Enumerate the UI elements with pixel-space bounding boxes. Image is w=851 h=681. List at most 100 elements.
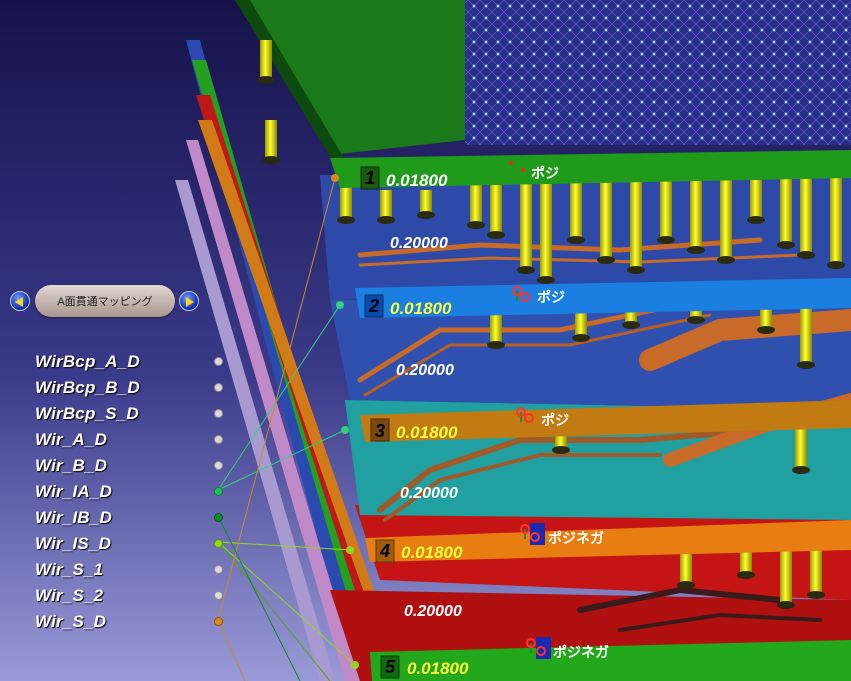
via-pad (517, 266, 535, 274)
layer-polarity-4: ポジネガ (548, 530, 604, 547)
arrow-right-icon (186, 297, 194, 307)
via-pin (470, 185, 482, 225)
previous-mapping-button[interactable] (10, 291, 30, 311)
via-pin (750, 180, 762, 220)
layer-thickness-2: 0.01800 (390, 299, 452, 318)
dielectric-thickness-1: 0.20000 (390, 235, 448, 252)
via-pad (262, 156, 280, 164)
via-pin (570, 180, 582, 240)
connector-node-icon (331, 174, 339, 182)
layer-list-item-label: Wir_S_D (35, 612, 107, 631)
arrow-left-icon (15, 297, 23, 307)
via-pad (487, 341, 505, 349)
layer-thickness-5: 0.01800 (407, 659, 469, 678)
via-pin (265, 120, 277, 160)
via-pad (622, 321, 640, 329)
dielectric-thickness-2: 0.20000 (396, 362, 454, 379)
layer-list-item[interactable]: WirBcp_S_D (35, 402, 235, 428)
layer-list-item[interactable]: WirBcp_B_D (35, 376, 235, 402)
layer-connection-dot-icon[interactable] (214, 357, 223, 366)
layer-list-item-label: Wir_IA_D (35, 482, 113, 501)
layer-list-item-label: Wir_IS_D (35, 534, 112, 553)
via-pad (572, 334, 590, 342)
via-pad (487, 231, 505, 239)
via-pad (597, 256, 615, 264)
via-pin (800, 175, 812, 255)
layer-list-item[interactable]: WirBcp_A_D (35, 350, 235, 376)
via-pad (792, 466, 810, 474)
marker-dot-icon (509, 161, 513, 165)
dielectric-thickness-4: 0.20000 (404, 603, 462, 620)
layer-number-1: 1 (365, 168, 375, 188)
layer-connection-dot-icon[interactable] (214, 617, 223, 626)
via-pin (490, 185, 502, 235)
via-pad (777, 241, 795, 249)
layer-number-2: 2 (368, 296, 379, 316)
via-pad (657, 236, 675, 244)
layer-polarity-2: ポジ (537, 289, 565, 306)
layer-connection-dot-icon[interactable] (214, 435, 223, 444)
layer-list-item-label: Wir_A_D (35, 430, 108, 449)
via-pin (720, 180, 732, 260)
via-pad (737, 571, 755, 579)
via-pin (540, 180, 552, 280)
mapping-mode-button[interactable]: A面貫通マッピング (35, 285, 175, 317)
layer-list-item-label: WirBcp_S_D (35, 404, 139, 423)
connector-node-icon (336, 301, 344, 309)
layer-list-item[interactable]: Wir_B_D (35, 454, 235, 480)
layer-list-item[interactable]: Wir_S_D (35, 610, 235, 636)
layer-list-item[interactable]: Wir_IA_D (35, 480, 235, 506)
layer-polarity-3: ポジ (541, 412, 569, 429)
layer-thickness-4: 0.01800 (401, 543, 463, 562)
layer-connection-dot-icon[interactable] (214, 461, 223, 470)
layer-polarity-1: ポジ (531, 165, 559, 182)
via-pin (600, 180, 612, 260)
layer-list-item-label: WirBcp_B_D (35, 378, 140, 397)
via-pad (257, 76, 275, 84)
via-pin (660, 180, 672, 240)
via-pad (687, 316, 705, 324)
layer-connection-dot-icon[interactable] (214, 565, 223, 574)
via-pad (827, 261, 845, 269)
layer-connection-dot-icon[interactable] (214, 591, 223, 600)
connector-node-icon (351, 661, 359, 669)
via-pad (797, 361, 815, 369)
layer-connection-dot-icon[interactable] (214, 409, 223, 418)
layer-connection-dot-icon[interactable] (214, 513, 223, 522)
via-pin (690, 180, 702, 250)
via-pad (627, 266, 645, 274)
via-pin (830, 175, 842, 265)
via-pad (417, 211, 435, 219)
via-pad (757, 326, 775, 334)
layer-list-item[interactable]: Wir_S_1 (35, 558, 235, 584)
via-pad (552, 446, 570, 454)
via-pin (380, 190, 392, 220)
layer-list-item[interactable]: Wir_A_D (35, 428, 235, 454)
via-pad (677, 581, 695, 589)
layer-list-item-label: WirBcp_A_D (35, 352, 140, 371)
pcb-3d-viewport[interactable]: 1 0.01800 ポジ 2 0.01800 ポジ 3 0.01800 ポジ 4… (0, 0, 851, 681)
layer-list-item[interactable]: Wir_IB_D (35, 506, 235, 532)
via-pad (777, 601, 795, 609)
layer-list-item-label: Wir_IB_D (35, 508, 113, 527)
layer-mapping-list: WirBcp_A_D WirBcp_B_D WirBcp_S_D Wir_A_D Wir… (35, 350, 235, 636)
dielectric-thickness-3: 0.20000 (400, 485, 458, 502)
via-pad (807, 591, 825, 599)
layer-list-item[interactable]: Wir_IS_D (35, 532, 235, 558)
layer-number-4: 4 (379, 541, 390, 561)
layer-thickness-3: 0.01800 (396, 423, 458, 442)
layer-connection-dot-icon[interactable] (214, 487, 223, 496)
layer-connection-dot-icon[interactable] (214, 383, 223, 392)
via-pad (567, 236, 585, 244)
via-pin (630, 180, 642, 270)
layer-connection-dot-icon[interactable] (214, 539, 223, 548)
next-mapping-button[interactable] (179, 291, 199, 311)
layer-list-item[interactable]: Wir_S_2 (35, 584, 235, 610)
via-pad (377, 216, 395, 224)
via-pad (797, 251, 815, 259)
via-pad (337, 216, 355, 224)
via-pin (520, 180, 532, 270)
layer-list-item-label: Wir_S_2 (35, 586, 104, 605)
via-pad (537, 276, 555, 284)
layer-number-5: 5 (385, 657, 396, 677)
